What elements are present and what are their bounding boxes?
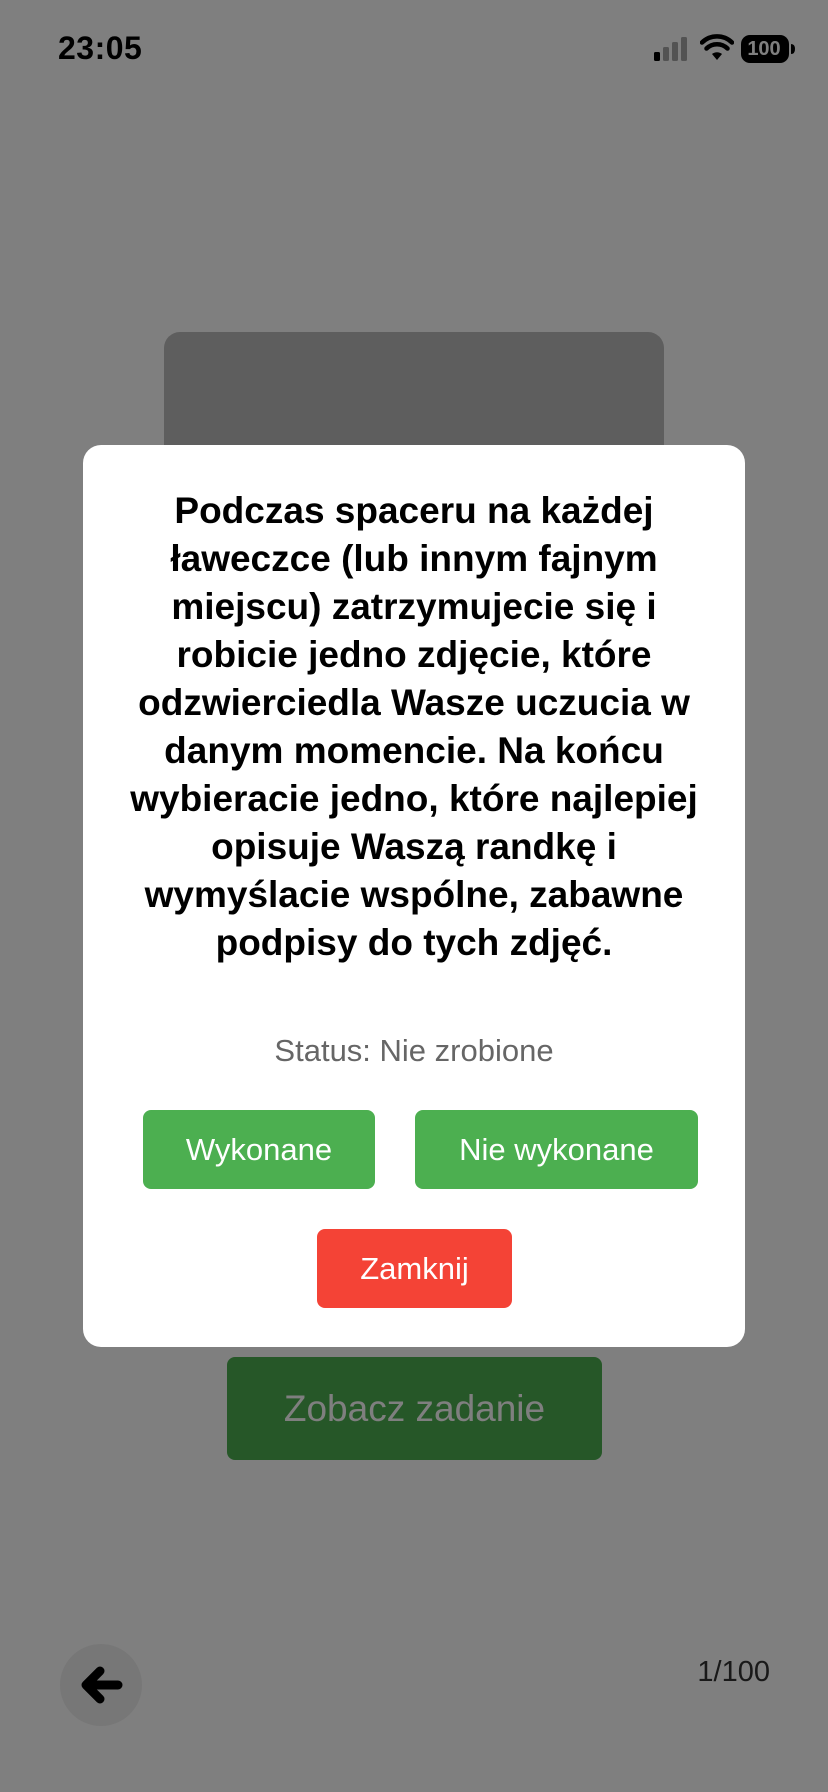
task-status: Status: Nie zrobione [274, 1033, 554, 1068]
not-done-button[interactable]: Nie wykonane [415, 1110, 698, 1189]
app-screen: 23:05 100 Zobacz zadanie 1/100 Podczas s… [0, 0, 828, 1792]
done-button[interactable]: Wykonane [143, 1110, 375, 1189]
task-modal: Podczas spaceru na każdej ławeczce (lub … [83, 445, 745, 1347]
task-description: Podczas spaceru na każdej ławeczce (lub … [130, 490, 698, 963]
close-button[interactable]: Zamknij [317, 1229, 512, 1308]
